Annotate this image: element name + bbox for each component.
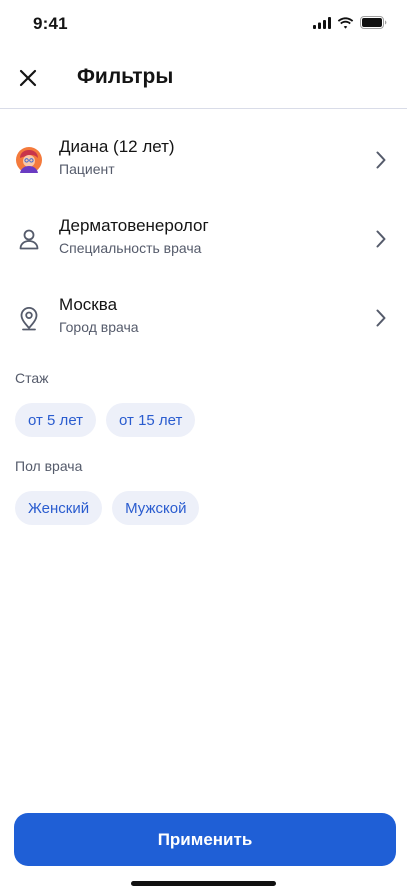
experience-chip-15[interactable]: от 15 лет xyxy=(106,403,196,437)
patient-row[interactable]: Диана (12 лет) Пациент xyxy=(0,130,407,192)
gender-label: Пол врача xyxy=(15,458,83,474)
city-value: Москва xyxy=(59,295,118,314)
patient-label: Пациент xyxy=(59,161,115,177)
person-icon xyxy=(15,225,43,253)
wifi-icon xyxy=(337,16,354,29)
apply-button[interactable]: Применить xyxy=(14,813,396,866)
city-row[interactable]: Москва Город врача xyxy=(0,288,407,350)
close-icon xyxy=(19,69,37,87)
status-time: 9:41 xyxy=(33,14,68,33)
chevron-right-icon xyxy=(376,151,386,169)
close-button[interactable] xyxy=(14,64,42,92)
city-label: Город врача xyxy=(59,319,139,335)
home-indicator xyxy=(131,881,276,886)
experience-chip-5[interactable]: от 5 лет xyxy=(15,403,97,437)
specialty-row[interactable]: Дерматовенеролог Специальность врача xyxy=(0,209,407,271)
gender-chip-female[interactable]: Женский xyxy=(15,491,103,525)
patient-name: Диана (12 лет) xyxy=(59,137,175,156)
specialty-value: Дерматовенеролог xyxy=(59,216,209,235)
header: Фильтры xyxy=(0,46,407,109)
specialty-label: Специальность врача xyxy=(59,240,202,256)
status-bar: 9:41 xyxy=(0,0,407,46)
status-icons xyxy=(313,16,387,29)
chevron-right-icon xyxy=(376,309,386,327)
signal-icon xyxy=(313,16,331,29)
gender-chip-male[interactable]: Мужской xyxy=(112,491,200,525)
battery-icon xyxy=(360,16,387,29)
avatar xyxy=(15,146,43,174)
experience-label: Стаж xyxy=(15,370,49,386)
location-pin-icon xyxy=(15,304,43,332)
chevron-right-icon xyxy=(376,230,386,248)
experience-chips: от 5 лет от 15 лет xyxy=(15,403,196,437)
gender-chips: Женский Мужской xyxy=(15,491,200,525)
page-title: Фильтры xyxy=(77,65,174,88)
